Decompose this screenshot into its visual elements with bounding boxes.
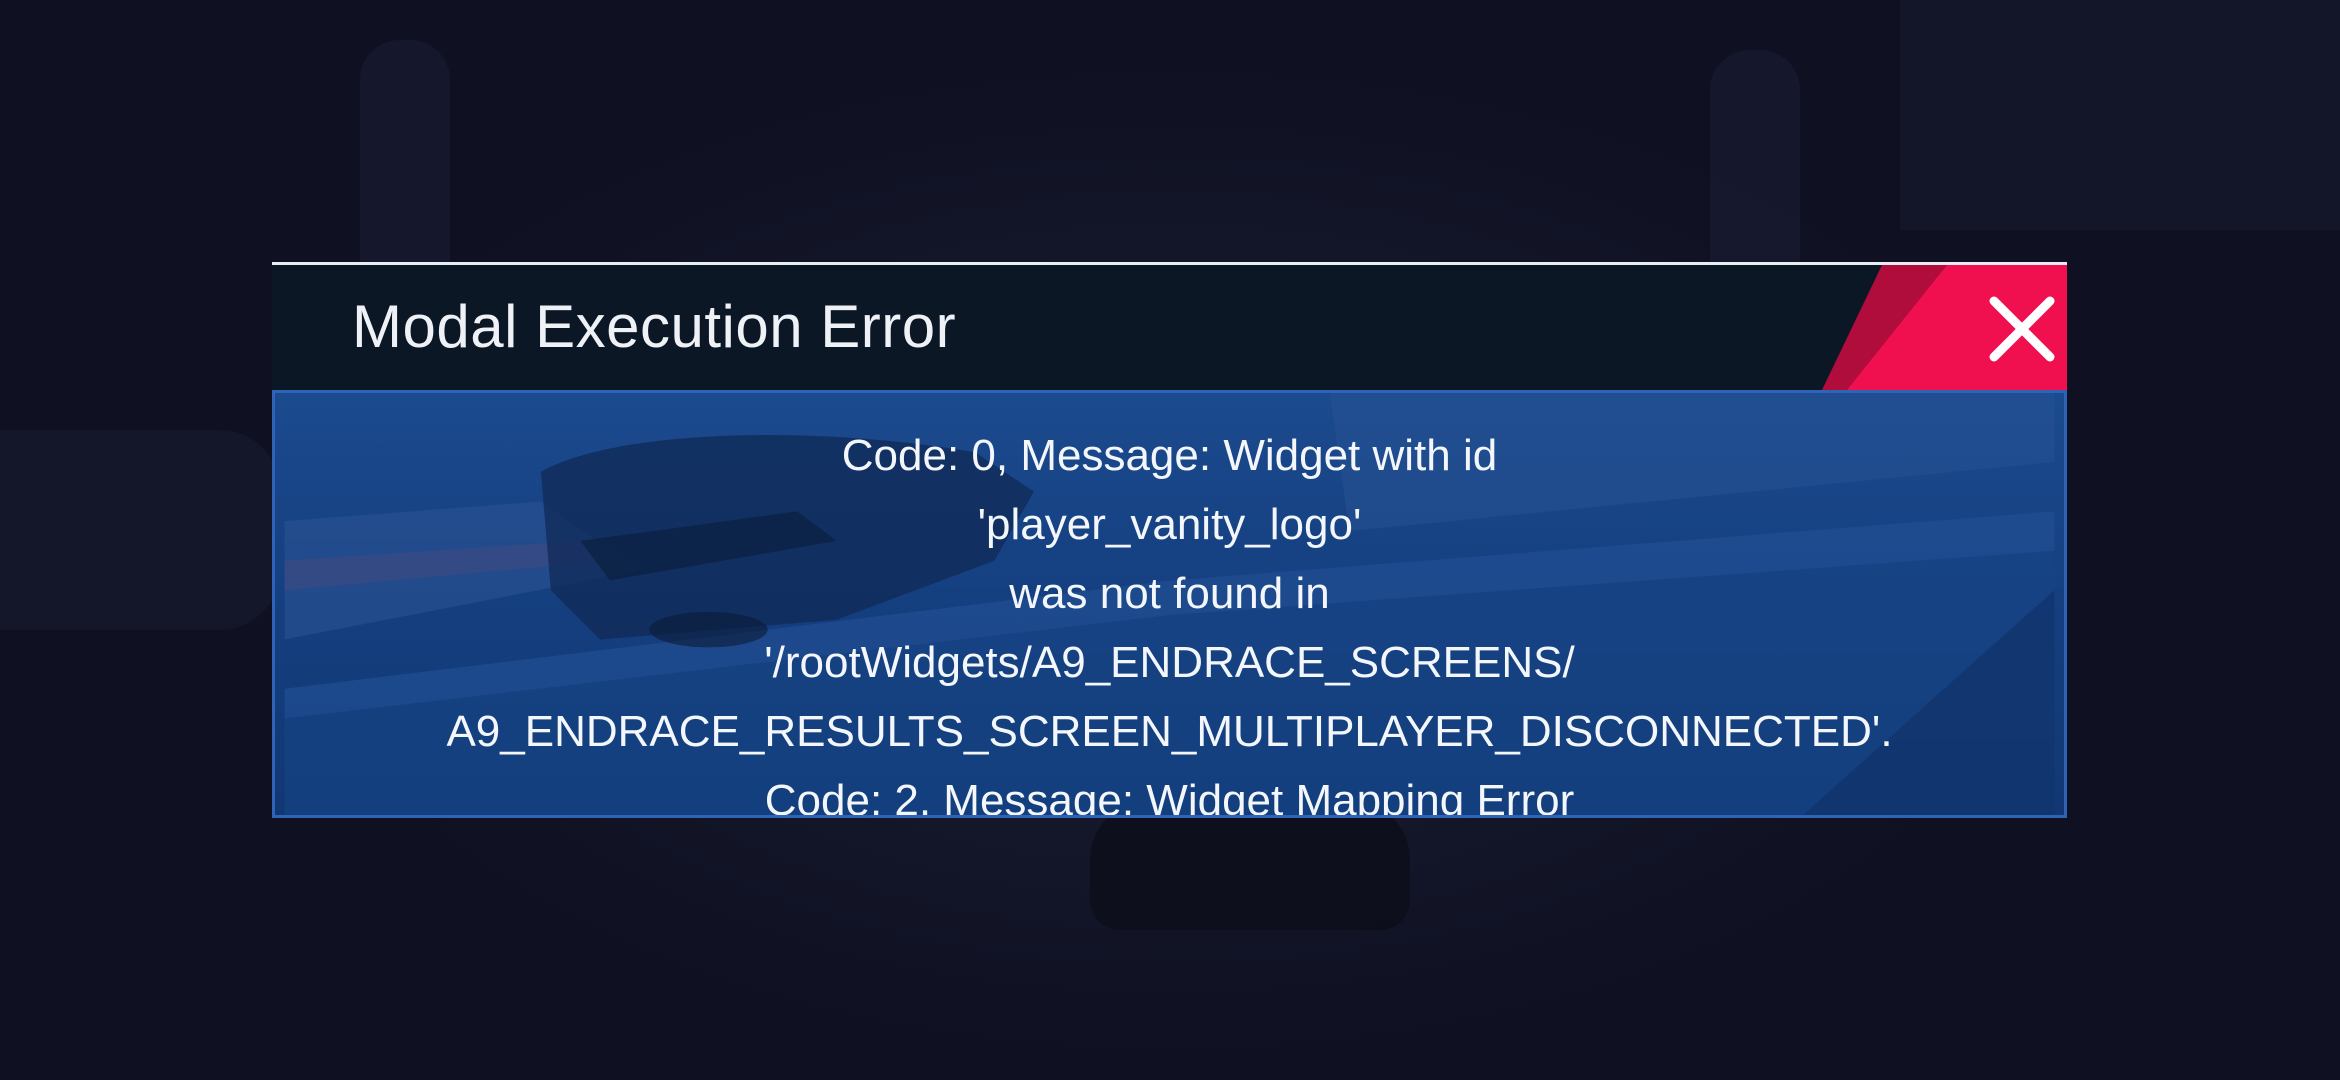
error-message-line: '/rootWidgets/A9_ENDRACE_SCREENS/ — [764, 638, 1575, 687]
background-pillar-left — [360, 40, 450, 300]
error-modal: Modal Execution Error Code: 0, Message: … — [272, 262, 2067, 818]
background-structure — [1900, 0, 2340, 230]
modal-header: Modal Execution Error — [272, 262, 2067, 390]
close-button[interactable] — [1822, 265, 2067, 393]
error-message-line: Code: 0, Message: Widget with id — [841, 431, 1498, 480]
error-message-line: Code: 2, Message: Widget Mapping Error — [764, 776, 1575, 818]
background-car-shadow — [1090, 800, 1410, 930]
background-track-left — [0, 430, 280, 630]
modal-title: Modal Execution Error — [352, 293, 957, 360]
error-message: Code: 0, Message: Widget with id 'player… — [275, 421, 2064, 818]
error-message-line: was not found in — [1009, 569, 1330, 618]
modal-body: Code: 0, Message: Widget with id 'player… — [272, 390, 2067, 818]
error-message-line: 'player_vanity_logo' — [977, 500, 1362, 549]
error-message-line: A9_ENDRACE_RESULTS_SCREEN_MULTIPLAYER_DI… — [446, 707, 1893, 756]
